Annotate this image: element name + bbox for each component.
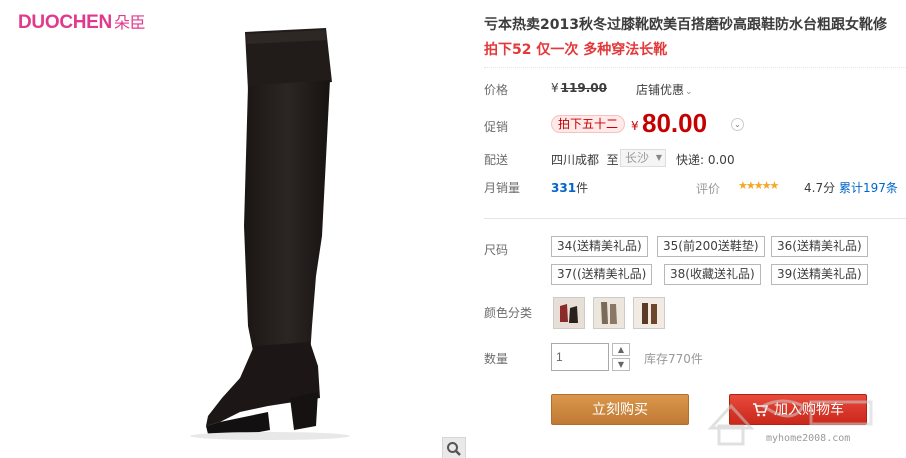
boot-thumbnail-icon [594, 298, 624, 328]
ship-to-select[interactable]: 长沙 ▼ [620, 149, 666, 167]
zoom-button[interactable] [442, 437, 466, 458]
boot-thumbnail-icon [554, 298, 584, 328]
rating-stars-icon: ★★★★★ [738, 179, 779, 192]
price-label: 价格 [484, 83, 509, 97]
quantity-input[interactable] [551, 343, 609, 371]
ship-from: 四川成都 至 [551, 151, 619, 168]
boot-image [190, 28, 350, 440]
shipping-label: 配送 [484, 153, 509, 167]
shipping-fee: 快递: 0.00 [676, 153, 735, 167]
monthly-sales-count: 331 [551, 181, 577, 195]
ship-from-city: 四川成都 [551, 153, 600, 167]
caret-down-icon: ▼ [655, 153, 662, 162]
promo-label: 促销 [484, 120, 509, 134]
monthly-sales-label: 月销量 [484, 181, 521, 195]
chevron-down-icon: ⌄ [685, 87, 693, 97]
watermark-text: myhome2008.com [766, 433, 851, 444]
rating-label: 评价 [696, 182, 721, 196]
promo-tag: 拍下五十二 [551, 115, 626, 133]
brand-name-cn: 朵臣 [113, 13, 146, 32]
quantity-increase-button[interactable]: ▲ [612, 343, 630, 356]
color-swatch[interactable] [633, 297, 665, 329]
monthly-sales-unit: 件 [576, 181, 589, 195]
promo-price: 80.00 [642, 108, 708, 138]
brand-name: DUOCHEN [18, 12, 112, 33]
brand-logo: DUOCHEN 朵臣 [18, 9, 146, 34]
product-main-image[interactable] [150, 26, 370, 446]
size-option[interactable]: 37((送精美礼品) [551, 264, 653, 285]
product-gallery: DUOCHEN 朵臣 [0, 0, 470, 458]
shop-promo-label: 店铺优惠 [636, 83, 685, 97]
quantity-label: 数量 [484, 352, 509, 366]
shop-promo-dropdown[interactable]: 店铺优惠⌄ [636, 81, 693, 98]
color-label: 颜色分类 [484, 306, 533, 320]
size-option[interactable]: 36(送精美礼品) [771, 236, 868, 257]
buy-now-button[interactable]: 立刻购买 [551, 394, 689, 425]
size-label: 尺码 [484, 243, 509, 257]
boot-thumbnail-icon [634, 298, 664, 328]
expand-promo-icon[interactable]: ⌄ [731, 118, 744, 131]
divider [484, 218, 906, 219]
promo-currency-symbol: ¥ [631, 119, 639, 133]
original-price: ¥119.00 [551, 81, 607, 95]
quantity-decrease-button[interactable]: ▼ [612, 358, 630, 371]
size-option[interactable]: 38(收藏送礼品) [664, 264, 761, 285]
monthly-sales: 331件 [551, 179, 588, 196]
product-title: 亏本热卖2013秋冬过膝靴欧美百搭磨砂高跟鞋防水台粗跟女靴修 [484, 17, 887, 33]
color-swatch[interactable] [553, 297, 585, 329]
rating-score: 4.7分 [804, 181, 836, 195]
divider [484, 67, 906, 68]
size-option[interactable]: 35(前200送鞋垫) [657, 236, 765, 257]
size-option[interactable]: 39(送精美礼品) [771, 264, 868, 285]
ship-to-prefix: 至 [606, 153, 619, 167]
size-option[interactable]: 34(送精美礼品) [551, 236, 648, 257]
color-swatch[interactable] [593, 297, 625, 329]
magnifier-icon [447, 442, 461, 456]
currency-symbol: ¥ [551, 81, 559, 95]
product-subtitle: 拍下52 仅一次 多种穿法长靴 [484, 42, 668, 58]
ship-to-city: 长沙 [625, 151, 650, 165]
stock-count: 库存770件 [644, 352, 703, 366]
review-count-link[interactable]: 累计197条 [839, 179, 898, 196]
original-price-value: 119.00 [560, 81, 607, 95]
